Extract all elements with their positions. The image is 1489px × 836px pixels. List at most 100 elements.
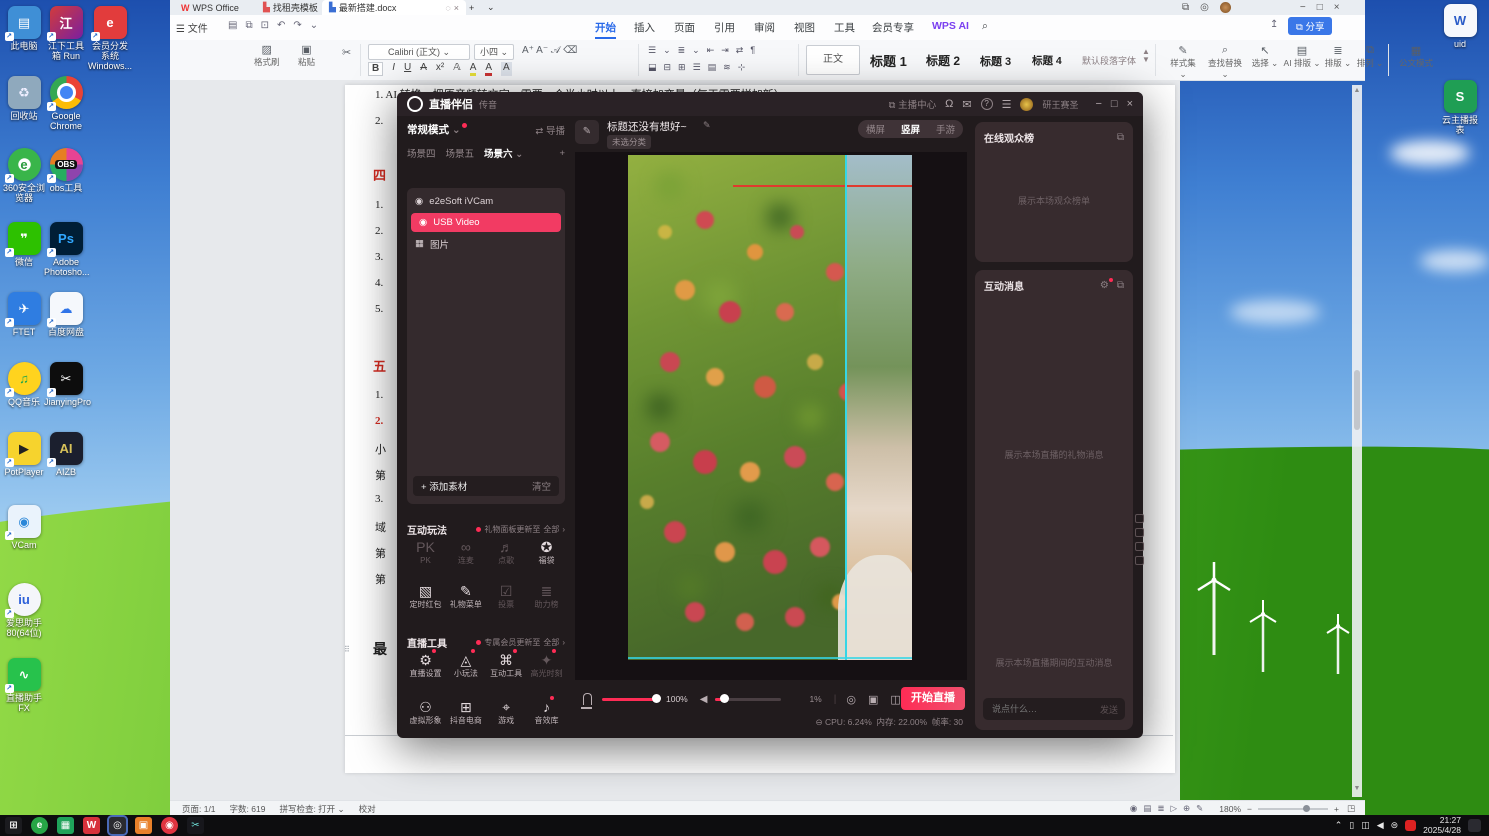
superscript-button[interactable]: x²: [436, 62, 444, 76]
capture-icon[interactable]: ▣: [868, 693, 878, 706]
boost-rank-button[interactable]: ≣ 助力榜: [528, 582, 565, 610]
add-scene-button[interactable]: +: [559, 148, 565, 159]
menu-tab-review[interactable]: 审阅: [754, 20, 775, 35]
taskbar-app-red-icon[interactable]: ◉: [161, 817, 178, 834]
games-button[interactable]: ⌖ 游戏: [488, 698, 525, 726]
style-normal[interactable]: 正文: [806, 45, 860, 75]
desktop-icon-vcam[interactable]: ◉ ↗ VCam: [2, 505, 46, 550]
menu-tab-wps-ai[interactable]: WPS AI: [932, 20, 969, 32]
song-request-button[interactable]: ♬ 点歌: [488, 538, 525, 566]
select-button[interactable]: ↖ 选择 ⌄: [1250, 44, 1280, 69]
dock-slot[interactable]: [1135, 514, 1144, 523]
style-default-font[interactable]: 默认段落字体: [1082, 54, 1136, 67]
popout-icon[interactable]: ⧉: [1117, 280, 1124, 291]
list-buttons[interactable]: ☰⌄≣⌄⇤⇥⇄¶: [648, 45, 762, 56]
desktop-icon-live-helper-fx[interactable]: ∿ ↗ 直播助手FX: [2, 658, 46, 713]
tab-template-doc[interactable]: ▙ 找租壳模板: [256, 0, 325, 15]
new-tab-button[interactable]: +: [462, 0, 481, 15]
dock-slot[interactable]: [1135, 528, 1144, 537]
vote-button[interactable]: ☑ 投票: [488, 582, 525, 610]
desktop-icon-jiangxia-toolbox[interactable]: 江 ↗ 江下工具箱 Run: [44, 6, 88, 61]
grow-font-icon[interactable]: A⁺ A⁻ 𝒜 ⌫: [522, 45, 577, 56]
taskbar-360-icon[interactable]: e: [31, 817, 48, 834]
scroll-down-icon[interactable]: ▼: [1352, 785, 1362, 792]
desktop-icon-uid-doc[interactable]: W uid: [1438, 4, 1482, 49]
typeset-button[interactable]: ≣ 排版 ⌄: [1322, 44, 1354, 69]
selection-edge-bottom[interactable]: [628, 657, 912, 659]
send-button[interactable]: 发送: [1100, 703, 1118, 716]
message-icon[interactable]: ✉: [962, 98, 971, 111]
add-material-button[interactable]: + 添加素材: [421, 479, 467, 493]
style-heading2[interactable]: 标题 2: [926, 52, 960, 69]
selection-edge-vertical[interactable]: [845, 155, 847, 660]
menu-icon[interactable]: ☰: [1002, 98, 1012, 111]
desktop-icon-jianying-pro[interactable]: ✂ ↗ JianyingPro: [44, 362, 91, 407]
wps-scrollbar[interactable]: ▲ ▼: [1352, 85, 1362, 797]
paste-button[interactable]: ▣ 粘贴: [298, 43, 315, 68]
start-button[interactable]: ⊞: [5, 817, 22, 834]
speaker-icon[interactable]: ◀: [700, 694, 708, 705]
menu-tab-insert[interactable]: 插入: [634, 20, 655, 35]
search-icon[interactable]: ⌕: [982, 20, 988, 33]
desktop-icon-wechat[interactable]: ❞ ↗ 微信: [2, 222, 46, 267]
camera-preview[interactable]: [628, 155, 912, 660]
sound-library-button[interactable]: ♪ 音效库: [528, 696, 565, 726]
font-size-select[interactable]: 小四 ⌄: [474, 44, 514, 60]
virtual-avatar-button[interactable]: ⚇ 虚拟形象: [407, 698, 444, 726]
style-heading3[interactable]: 标题 3: [980, 53, 1011, 69]
tab-current-doc[interactable]: ▙ 最新搭建.docx ◌ ×: [322, 0, 466, 15]
dock-slot[interactable]: [1135, 542, 1144, 551]
tools-badge[interactable]: 专属会员更新至 全部 ›: [476, 637, 565, 648]
tray-badge-icon[interactable]: [1405, 820, 1417, 831]
mode-selector[interactable]: 常规模式 ⌄: [407, 122, 461, 137]
help-icon[interactable]: ?: [980, 98, 993, 110]
strikethrough-button[interactable]: A: [420, 62, 427, 76]
douyin-ecommerce-button[interactable]: ⊞ 抖音电商: [447, 698, 484, 726]
speaker-volume-slider[interactable]: [715, 694, 782, 703]
mic-volume-slider[interactable]: [602, 694, 661, 703]
menu-tab-reference[interactable]: 引用: [714, 20, 735, 35]
menu-tab-page[interactable]: 页面: [674, 20, 695, 35]
scrollbar-thumb[interactable]: [1354, 370, 1360, 430]
highlight-button[interactable]: A: [469, 62, 477, 76]
desktop-icon-potplayer[interactable]: ▶ ↗ PotPlayer: [2, 432, 46, 477]
avatar[interactable]: [1219, 2, 1231, 13]
gift-menu-button[interactable]: ✎ 礼物菜单: [447, 582, 484, 610]
scene-tab-5[interactable]: 场景五: [446, 146, 475, 160]
bold-button[interactable]: B: [368, 62, 384, 76]
desktop-icon-aizb[interactable]: AI ↗ AIZB: [44, 432, 88, 477]
close-icon[interactable]: ×: [1334, 2, 1340, 13]
scene-tab-6[interactable]: 场景六 ⌄: [484, 146, 523, 160]
maximize-icon[interactable]: □: [1111, 98, 1118, 110]
taskbar-app-orange-icon[interactable]: ▣: [135, 817, 152, 834]
arrange-button[interactable]: ⧉ 排列 ⌄: [1354, 44, 1386, 69]
taskbar-app-green-icon[interactable]: ▦: [57, 817, 74, 834]
zoom-slider[interactable]: [1258, 804, 1328, 812]
minimize-icon[interactable]: −: [1095, 98, 1101, 110]
message-settings-icon[interactable]: ⚙: [1100, 278, 1113, 291]
skin-icon[interactable]: ◎: [1200, 2, 1209, 13]
live-settings-button[interactable]: ⚙ 直播设置: [407, 649, 444, 679]
ai-typeset-button[interactable]: ▤ AI 排版 ⌄: [1282, 44, 1322, 69]
zoom-out-button[interactable]: −: [1247, 804, 1252, 814]
record-icon[interactable]: ◎: [846, 693, 856, 706]
style-heading1[interactable]: 标题 1: [870, 51, 907, 70]
official-doc-mode-button[interactable]: ▦ 公文模式: [1396, 44, 1436, 69]
director-button[interactable]: ⇄ 导播: [535, 123, 565, 137]
lucky-bag-button[interactable]: ✪ 福袋: [528, 538, 565, 566]
audio-icon[interactable]: Ω: [945, 98, 953, 110]
start-streaming-button[interactable]: 开始直播: [901, 687, 965, 710]
menu-tab-home[interactable]: 开始: [595, 20, 616, 39]
desktop-icon-this-pc[interactable]: ▤ ↗ 此电脑: [2, 6, 46, 51]
tray-display-icon[interactable]: ◫: [1361, 820, 1370, 831]
drag-handle-icon[interactable]: ⠿: [344, 645, 351, 654]
quick-access-toolbar[interactable]: ▤⧉⊡↶↷⌄: [228, 20, 326, 31]
popout-icon[interactable]: ⧉: [1117, 132, 1124, 143]
underline-button[interactable]: U: [404, 62, 411, 76]
minimize-icon[interactable]: −: [1300, 2, 1306, 13]
pk-button[interactable]: PK PK: [407, 538, 444, 566]
interactive-tools-button[interactable]: ⌘ 互动工具: [488, 649, 525, 679]
source-ivcam[interactable]: ◉ e2eSoft iVCam: [407, 192, 565, 211]
orientation-landscape[interactable]: 横屏: [858, 122, 893, 136]
format-painter-button[interactable]: ▨ 格式刷: [254, 43, 280, 68]
